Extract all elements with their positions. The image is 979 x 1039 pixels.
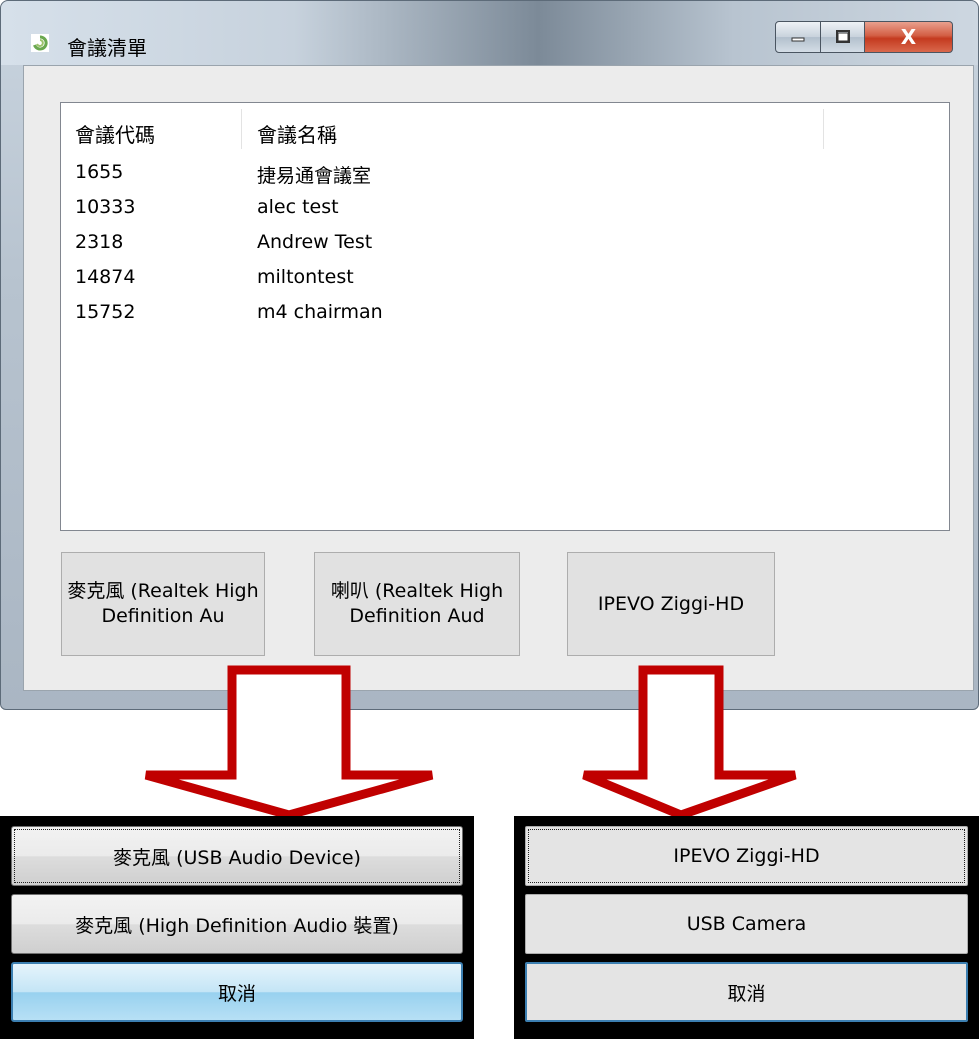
arrow-down-icon [582,665,797,820]
microphone-popup: 麥克風 (USB Audio Device) 麥克風 (High Definit… [0,816,474,1039]
camera-option-usb-camera[interactable]: USB Camera [525,894,968,954]
cancel-button[interactable]: 取消 [11,962,463,1022]
arrow-down-icon [144,665,434,820]
cancel-button[interactable]: 取消 [525,962,968,1022]
camera-popup: IPEVO Ziggi-HD USB Camera 取消 [514,816,979,1039]
mic-option-usb-audio[interactable]: 麥克風 (USB Audio Device) [11,826,463,886]
mic-option-hd-audio[interactable]: 麥克風 (High Definition Audio 裝置) [11,894,463,954]
camera-option-ipevo[interactable]: IPEVO Ziggi-HD [525,826,968,886]
